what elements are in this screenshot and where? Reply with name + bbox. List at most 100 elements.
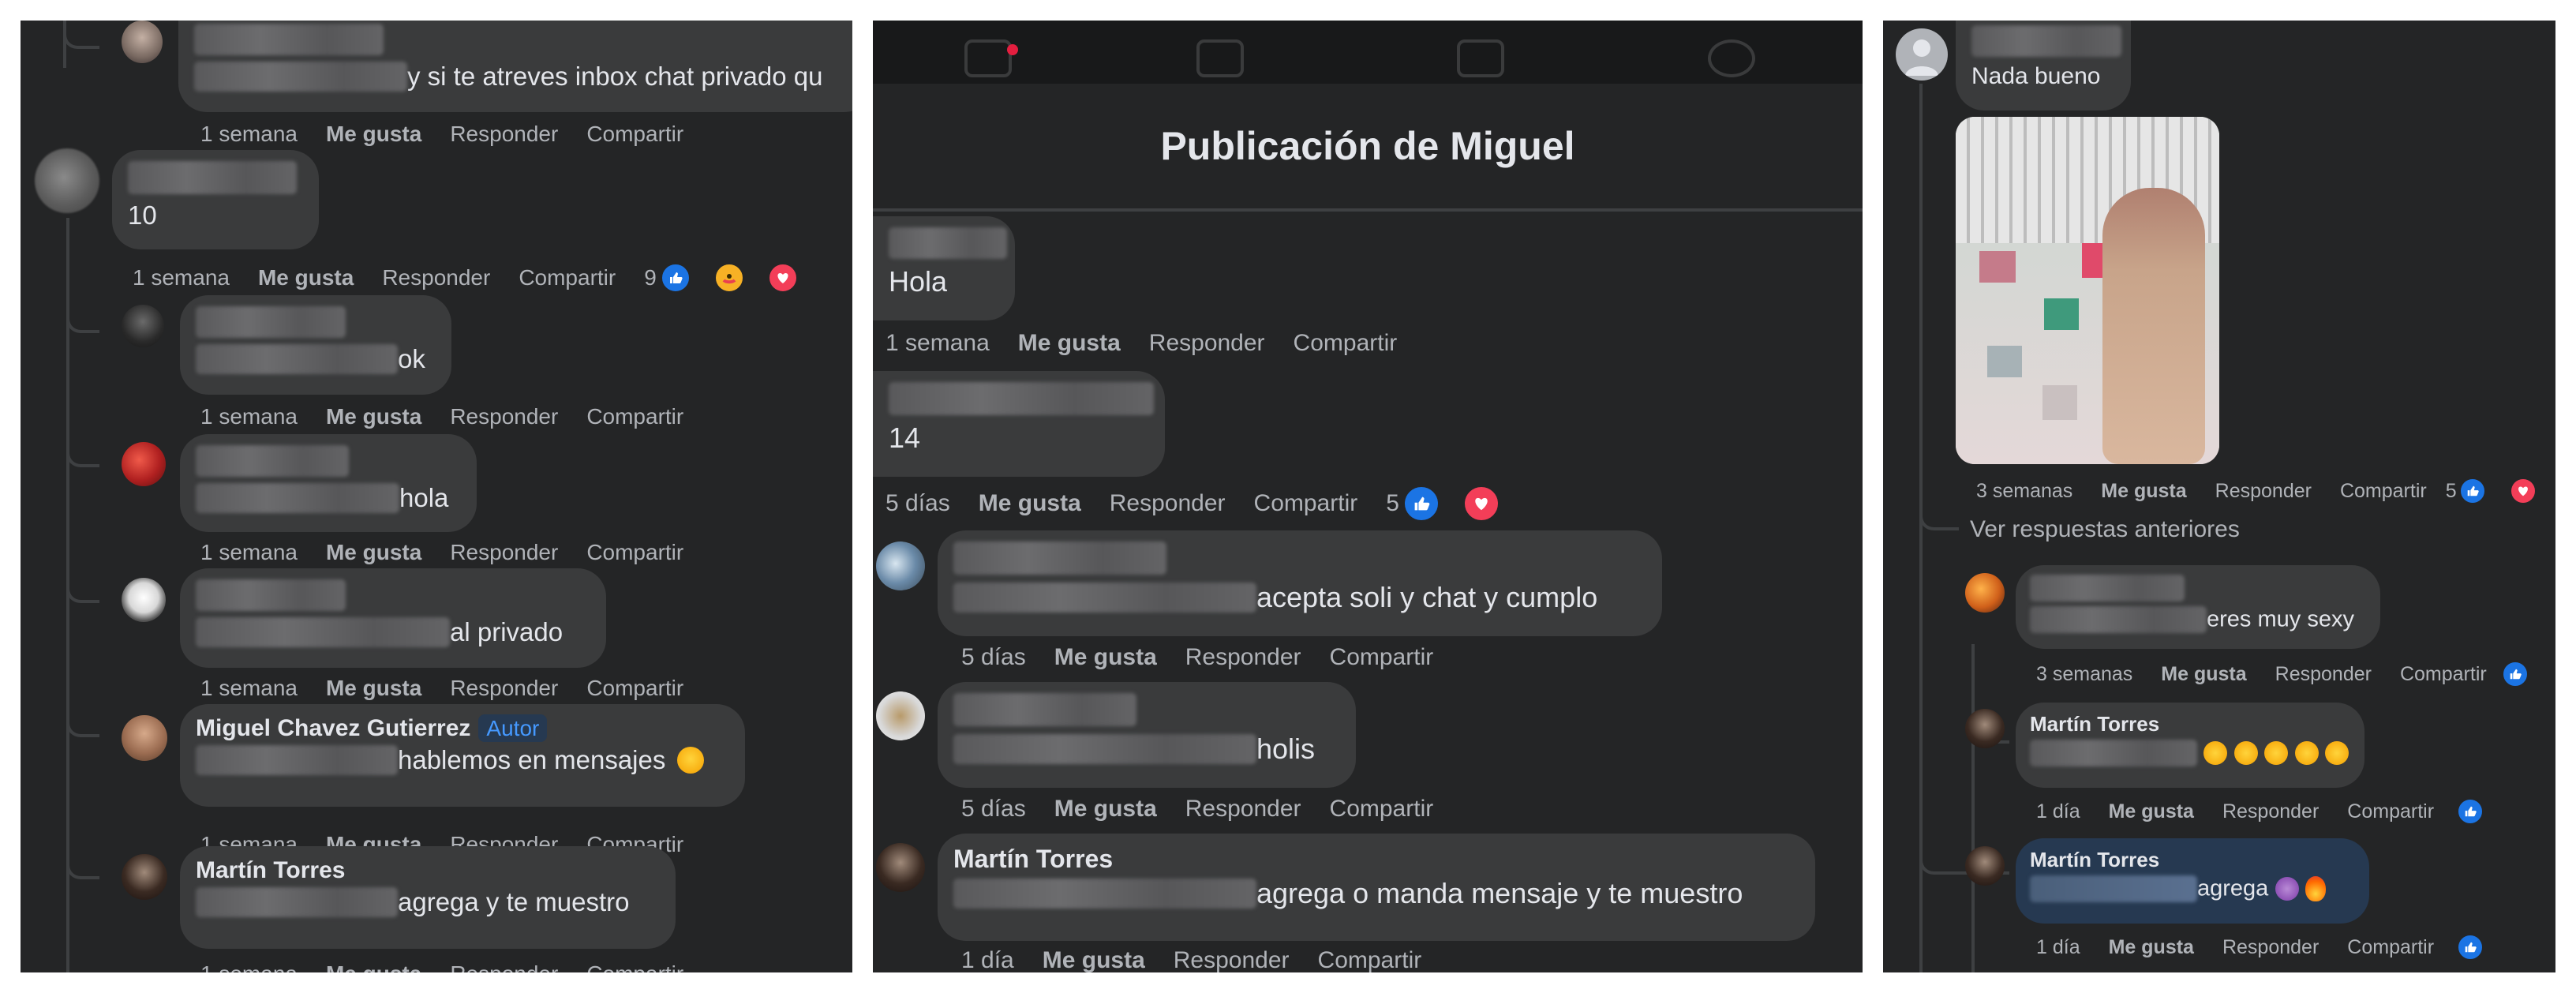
like-button[interactable]: Me gusta	[2161, 663, 2246, 686]
comment-time[interactable]: 1 semana	[133, 265, 230, 290]
reply-button[interactable]: Responder	[1149, 330, 1265, 357]
image-attachment[interactable]	[1956, 117, 2219, 464]
marketplace-icon[interactable]	[1457, 39, 1504, 77]
divider	[873, 208, 1863, 212]
like-icon[interactable]	[2456, 797, 2485, 826]
avatar[interactable]	[876, 843, 925, 892]
like-button[interactable]: Me gusta	[1054, 796, 1157, 823]
reply-button[interactable]: Responder	[1185, 644, 1301, 671]
like-button[interactable]: Me gusta	[326, 540, 421, 565]
like-icon[interactable]	[2456, 933, 2485, 961]
love-icon	[2508, 477, 2537, 505]
comment-time[interactable]: 5 días	[961, 644, 1026, 671]
comment-time[interactable]: 1 semana	[200, 961, 298, 972]
like-button[interactable]: Me gusta	[326, 404, 421, 429]
share-button[interactable]: Compartir	[586, 122, 683, 147]
share-button[interactable]: Compartir	[586, 676, 683, 701]
reaction-summary[interactable]: 9	[644, 262, 827, 294]
comment-time[interactable]: 5 días	[886, 490, 950, 517]
like-button[interactable]: Me gusta	[1043, 947, 1145, 972]
comment-time[interactable]: 1 día	[2036, 936, 2080, 959]
reply-button[interactable]: Responder	[1174, 947, 1290, 972]
comment-time[interactable]: 1 semana	[200, 404, 298, 429]
comment-time[interactable]: 1 semana	[200, 540, 298, 565]
groups-icon[interactable]	[1708, 39, 1755, 77]
avatar[interactable]	[122, 715, 167, 761]
reply-button[interactable]: Responder	[2222, 800, 2319, 823]
share-button[interactable]: Compartir	[1330, 796, 1434, 823]
share-button[interactable]: Compartir	[1294, 330, 1398, 357]
like-button[interactable]: Me gusta	[326, 676, 421, 701]
thread-connector	[66, 575, 99, 603]
share-button[interactable]: Compartir	[586, 540, 683, 565]
reply-button[interactable]: Responder	[382, 265, 490, 290]
reaction-summary[interactable]: 5	[1386, 485, 1529, 523]
comment-time[interactable]: 3 semanas	[1976, 480, 2072, 503]
share-button[interactable]: Compartir	[1254, 490, 1358, 517]
avatar[interactable]	[122, 442, 166, 486]
share-button[interactable]: Compartir	[1330, 644, 1434, 671]
avatar[interactable]	[122, 305, 164, 347]
share-button[interactable]: Compartir	[2347, 936, 2434, 959]
comment-time[interactable]: 1 día	[2036, 800, 2080, 823]
share-button[interactable]: Compartir	[519, 265, 616, 290]
comment-author[interactable]: Miguel Chavez Gutierrez Autor	[196, 714, 726, 742]
avatar[interactable]	[122, 578, 166, 622]
like-button[interactable]: Me gusta	[1018, 330, 1121, 357]
comment-author[interactable]: Martín Torres	[196, 857, 657, 884]
blurred-author-name	[128, 161, 297, 194]
like-button[interactable]: Me gusta	[2101, 480, 2186, 503]
avatar[interactable]	[35, 148, 99, 213]
thread-line	[1919, 84, 1923, 972]
comment-text: Hola	[889, 265, 948, 298]
like-button[interactable]: Me gusta	[326, 961, 421, 972]
comment-time[interactable]: 1 semana	[200, 676, 298, 701]
share-button[interactable]: Compartir	[1318, 947, 1422, 972]
reaction-summary[interactable]: 5	[2446, 477, 2555, 505]
avatar[interactable]	[876, 541, 925, 590]
avatar[interactable]	[122, 21, 163, 63]
like-button[interactable]: Me gusta	[258, 265, 354, 290]
share-button[interactable]: Compartir	[2347, 800, 2434, 823]
comment-author[interactable]: Martín Torres	[953, 845, 1796, 874]
share-button[interactable]: Compartir	[586, 404, 683, 429]
home-icon[interactable]	[964, 39, 1012, 77]
comment-time[interactable]: 1 día	[961, 947, 1014, 972]
blurred-author-name	[1971, 25, 2121, 57]
share-button[interactable]: Compartir	[586, 961, 683, 972]
reply-button[interactable]: Responder	[2222, 936, 2319, 959]
avatar[interactable]	[122, 854, 167, 900]
share-button[interactable]: Compartir	[2340, 480, 2427, 503]
avatar[interactable]	[1965, 709, 2005, 748]
view-previous-replies-link[interactable]: Ver respuestas anteriores	[1970, 516, 2240, 543]
share-button[interactable]: Compartir	[2400, 663, 2487, 686]
reply-button[interactable]: Responder	[450, 961, 558, 972]
comment-time[interactable]: 3 semanas	[2036, 663, 2132, 686]
comment-author[interactable]: Martín Torres	[2030, 848, 2355, 872]
reply-button[interactable]: Responder	[2215, 480, 2312, 503]
avatar[interactable]	[1965, 846, 2005, 886]
reply-button[interactable]: Responder	[450, 540, 558, 565]
author-name[interactable]: Miguel Chavez Gutierrez	[196, 715, 470, 741]
like-button[interactable]: Me gusta	[326, 122, 421, 147]
reply-button[interactable]: Responder	[2275, 663, 2372, 686]
like-button[interactable]: Me gusta	[979, 490, 1081, 517]
reply-button[interactable]: Responder	[1110, 490, 1226, 517]
like-button[interactable]: Me gusta	[2109, 800, 2194, 823]
like-button[interactable]: Me gusta	[2109, 936, 2194, 959]
comment-time[interactable]: 1 semana	[200, 122, 298, 147]
reply-button[interactable]: Responder	[1185, 796, 1301, 823]
thread-line	[1971, 644, 1975, 972]
reply-button[interactable]: Responder	[450, 404, 558, 429]
reply-button[interactable]: Responder	[450, 122, 558, 147]
like-button[interactable]: Me gusta	[1054, 644, 1157, 671]
comment-time[interactable]: 5 días	[961, 796, 1026, 823]
avatar[interactable]	[1965, 573, 2005, 613]
comment-author[interactable]: Martín Torres	[2030, 712, 2350, 736]
avatar[interactable]	[876, 691, 925, 740]
reply-button[interactable]: Responder	[450, 676, 558, 701]
default-avatar-icon[interactable]	[1896, 28, 1948, 81]
comment-time[interactable]: 1 semana	[886, 330, 990, 357]
video-icon[interactable]	[1196, 39, 1244, 77]
like-icon[interactable]	[2500, 660, 2529, 688]
